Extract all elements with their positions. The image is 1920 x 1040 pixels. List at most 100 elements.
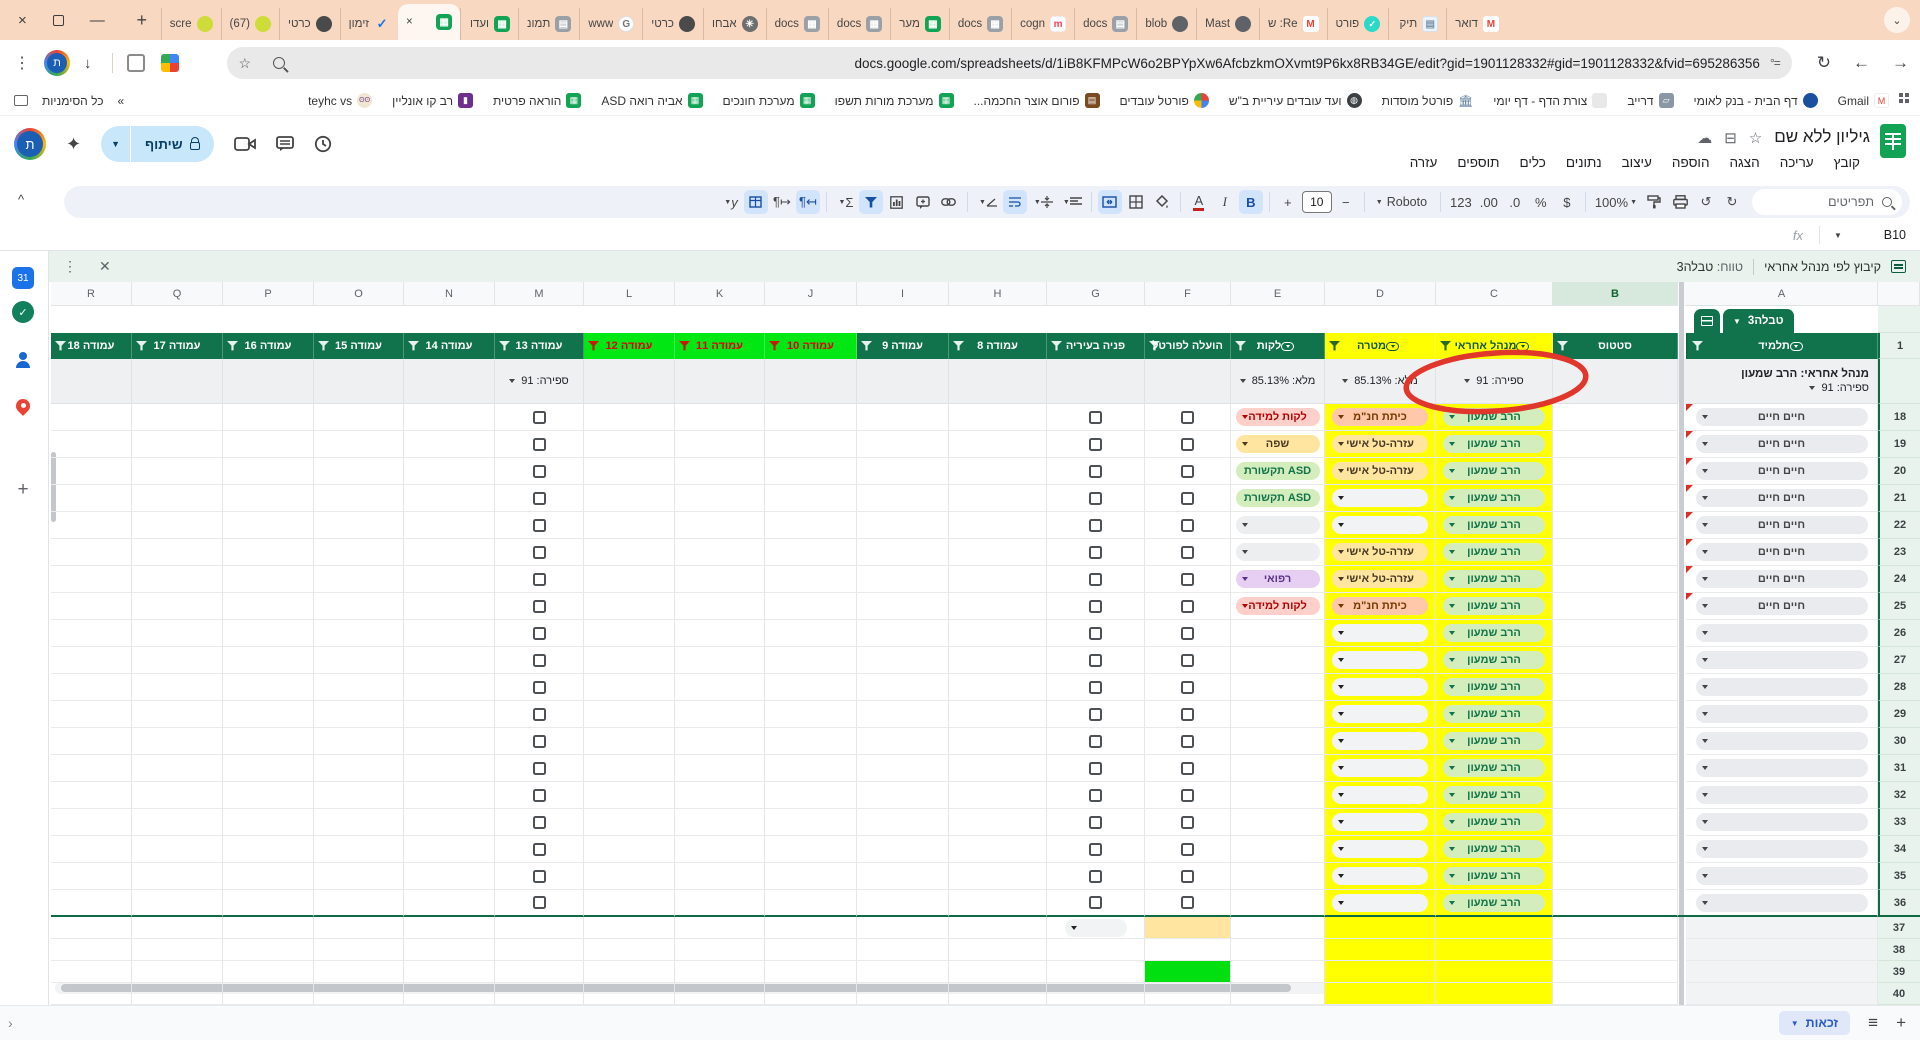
cell-N24[interactable] — [404, 566, 495, 593]
cell-E25[interactable]: לקות למידה — [1231, 593, 1325, 620]
dropdown-chip[interactable]: תקשורת ASD — [1236, 489, 1320, 507]
cell-H23[interactable] — [949, 539, 1047, 566]
cell-A28[interactable] — [1686, 674, 1878, 701]
row-number[interactable]: 23 — [1878, 539, 1920, 566]
font-size-decrease[interactable]: − — [1334, 190, 1358, 214]
dropdown-chip[interactable]: הרב שמעון — [1443, 570, 1545, 588]
cell-L25[interactable] — [584, 593, 675, 620]
cell-O18[interactable] — [314, 404, 404, 431]
dropdown-chip[interactable]: הרב שמעון — [1443, 408, 1545, 426]
profile-avatar[interactable]: ת — [44, 50, 70, 76]
dropdown-chip[interactable]: כיתת חנ"מ — [1332, 408, 1428, 426]
dropdown-chip[interactable]: חיים חיים — [1696, 516, 1868, 534]
cell-O27[interactable] — [314, 647, 404, 674]
cell-M32[interactable] — [495, 782, 584, 809]
dropdown-chip[interactable] — [1332, 651, 1428, 669]
cell-M26[interactable] — [495, 620, 584, 647]
row-number[interactable]: 31 — [1878, 755, 1920, 782]
checkbox[interactable] — [1181, 843, 1194, 856]
summary-value[interactable]: ספירה: 91 — [1464, 375, 1524, 387]
cell-O19[interactable] — [314, 431, 404, 458]
summary-value[interactable]: מלא: 85.13% — [1240, 375, 1316, 387]
browser-menu-icon[interactable]: ⋮ — [14, 53, 30, 73]
cell-Q27[interactable] — [132, 647, 223, 674]
font-select[interactable]: ▼Roboto — [1371, 190, 1434, 214]
cell-J35[interactable] — [765, 863, 857, 890]
cell-E30[interactable] — [1231, 728, 1325, 755]
cell-D32[interactable] — [1325, 782, 1436, 809]
cell-L27[interactable] — [584, 647, 675, 674]
browser-tab[interactable]: ✳אבחו — [703, 8, 766, 40]
cell-R29[interactable] — [51, 701, 132, 728]
dropdown-chip[interactable]: חיים חיים — [1696, 435, 1868, 453]
checkbox[interactable] — [1181, 870, 1194, 883]
undo-button[interactable]: ↺ — [1694, 190, 1718, 214]
browser-tab[interactable]: ▦ועדו — [460, 8, 518, 40]
cell-O29[interactable] — [314, 701, 404, 728]
column-header-Q[interactable]: Q — [132, 282, 223, 306]
cell-A34[interactable] — [1686, 836, 1878, 863]
cell-Q25[interactable] — [132, 593, 223, 620]
window-close-button[interactable]: × — [18, 12, 27, 29]
cell-K32[interactable] — [675, 782, 765, 809]
cell-Q21[interactable] — [132, 485, 223, 512]
cell-I32[interactable] — [857, 782, 949, 809]
cell-J31[interactable] — [765, 755, 857, 782]
cell-K33[interactable] — [675, 809, 765, 836]
bookmark-star-icon[interactable]: ☆ — [239, 55, 252, 72]
cell-R34[interactable] — [51, 836, 132, 863]
dropdown-chip[interactable]: הרב שמעון — [1443, 759, 1545, 777]
cell-D38[interactable] — [1325, 939, 1436, 961]
cell-G35[interactable] — [1047, 863, 1145, 890]
cell-A18[interactable]: חיים חיים — [1686, 404, 1878, 431]
cell-F23[interactable] — [1145, 539, 1231, 566]
cell-K29[interactable] — [675, 701, 765, 728]
cell-C38[interactable] — [1436, 939, 1553, 961]
cell-B38[interactable] — [1553, 939, 1678, 961]
cell-B25[interactable] — [1553, 593, 1678, 620]
new-tab-button[interactable]: + — [129, 7, 155, 33]
checkbox[interactable] — [1089, 438, 1102, 451]
cell-O21[interactable] — [314, 485, 404, 512]
cell-D28[interactable] — [1325, 674, 1436, 701]
menu-2[interactable]: הצגה — [1722, 152, 1768, 173]
cell-I21[interactable] — [857, 485, 949, 512]
cell-P25[interactable] — [223, 593, 314, 620]
cell-B19[interactable] — [1553, 431, 1678, 458]
text-rotation-button[interactable]: ▼ — [974, 190, 1001, 214]
cell-J25[interactable] — [765, 593, 857, 620]
dropdown-chip[interactable] — [1332, 678, 1428, 696]
checkbox[interactable] — [1089, 627, 1102, 640]
cell-M25[interactable] — [495, 593, 584, 620]
sheet-tab-active[interactable]: זכאות▼ — [1779, 1011, 1850, 1035]
banner-options-icon[interactable]: ⋮ — [63, 258, 77, 275]
cell-P30[interactable] — [223, 728, 314, 755]
cell-F38[interactable] — [1145, 939, 1231, 961]
cell-Q23[interactable] — [132, 539, 223, 566]
cell-F20[interactable] — [1145, 458, 1231, 485]
cell-H29[interactable] — [949, 701, 1047, 728]
column-header-J[interactable]: J — [765, 282, 857, 306]
document-title[interactable]: גיליון ללא שם — [1774, 127, 1870, 147]
cell-H37[interactable] — [949, 917, 1047, 939]
cell-J23[interactable] — [765, 539, 857, 566]
cell-O38[interactable] — [314, 939, 404, 961]
cell-K40[interactable] — [675, 983, 765, 1005]
dropdown-chip[interactable]: הרב שמעון — [1443, 678, 1545, 696]
cell-B23[interactable] — [1553, 539, 1678, 566]
cell-L38[interactable] — [584, 939, 675, 961]
cell-R19[interactable] — [51, 431, 132, 458]
cell-R32[interactable] — [51, 782, 132, 809]
cell-N27[interactable] — [404, 647, 495, 674]
back-icon[interactable]: → — [1892, 53, 1909, 73]
cell-I23[interactable] — [857, 539, 949, 566]
checkbox[interactable] — [1181, 789, 1194, 802]
table-header-F[interactable]: הועלה לפורטל — [1145, 333, 1231, 359]
cell-G32[interactable] — [1047, 782, 1145, 809]
cell-N19[interactable] — [404, 431, 495, 458]
summary-value[interactable]: ספירה: 91 — [1809, 382, 1869, 394]
cell-B40[interactable] — [1553, 983, 1678, 1005]
cell-C32[interactable]: הרב שמעון — [1436, 782, 1553, 809]
bold-button[interactable]: B — [1239, 190, 1263, 214]
column-header-B[interactable]: B — [1553, 282, 1678, 306]
